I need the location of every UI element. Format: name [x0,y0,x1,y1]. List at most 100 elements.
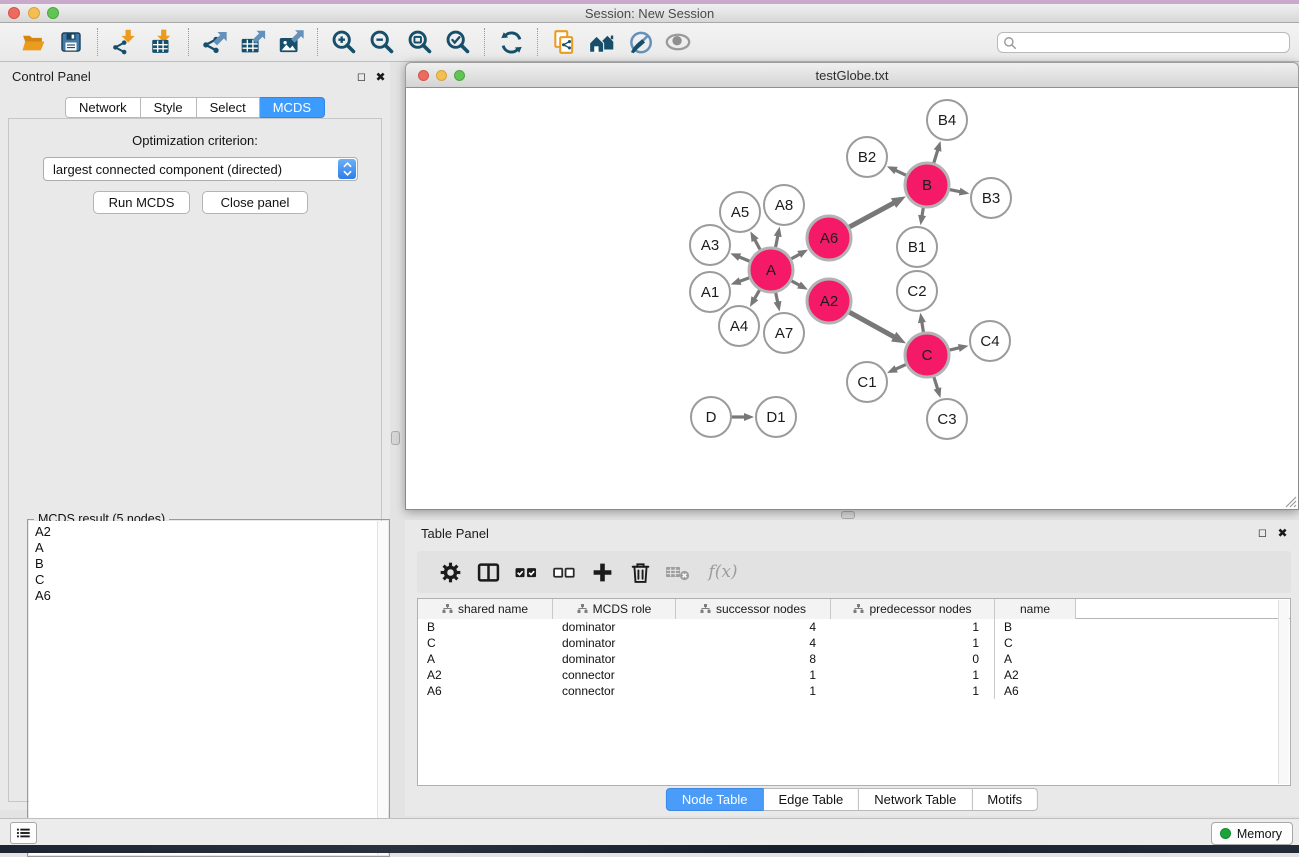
cell-predecessor-nodes[interactable]: 1 [831,667,995,683]
maximize-traffic-light[interactable] [47,7,59,19]
cell-shared-name[interactable]: A6 [418,683,553,699]
column-header-successor-nodes[interactable]: successor nodes [676,599,831,619]
network-maximize-traffic-light[interactable] [454,70,465,81]
tab-network-table[interactable]: Network Table [859,788,972,811]
run-mcds-button[interactable]: Run MCDS [93,191,190,214]
cell-MCDS-role[interactable]: dominator [553,635,676,651]
cell-successor-nodes[interactable]: 1 [676,667,831,683]
network-close-traffic-light[interactable] [418,70,429,81]
mcds-result-item[interactable]: A6 [35,588,382,604]
network-minimize-traffic-light[interactable] [436,70,447,81]
create-column-button[interactable] [589,559,615,585]
export-image-button[interactable] [277,28,305,56]
cell-MCDS-role[interactable]: dominator [553,619,676,635]
show-column-panel-button[interactable] [475,559,501,585]
show-hide-button[interactable] [664,28,692,56]
mcds-result-item[interactable]: A [35,540,382,556]
export-network-button[interactable] [201,28,229,56]
table-row[interactable]: A6connector11A6 [418,683,1290,699]
home-layout-button[interactable] [588,28,616,56]
table-settings-button[interactable] [437,559,463,585]
cell-shared-name[interactable]: B [418,619,553,635]
function-builder-button[interactable]: f(x) [703,559,743,585]
cell-predecessor-nodes[interactable]: 0 [831,651,995,667]
cell-name[interactable]: C [995,635,1076,651]
column-header-name[interactable]: name [995,599,1076,619]
save-session-button[interactable] [57,28,85,56]
control-panel-close-button[interactable]: ✖ [374,70,387,83]
memory-button[interactable]: Memory [1211,822,1293,845]
zoom-out-button[interactable] [368,28,396,56]
horizontal-splitter-handle[interactable] [841,511,855,519]
delete-table-button[interactable] [665,559,691,585]
cell-successor-nodes[interactable]: 1 [676,683,831,699]
table-panel-float-button[interactable]: ◻ [1256,526,1269,539]
tab-node-table[interactable]: Node Table [666,788,764,811]
deselect-all-columns-button[interactable] [551,559,577,585]
close-panel-button[interactable]: Close panel [202,191,308,214]
task-history-button[interactable] [10,822,37,844]
table-panel-close-button[interactable]: ✖ [1276,526,1289,539]
edge-B-B3[interactable] [950,190,961,192]
import-table-button[interactable] [148,28,176,56]
refresh-button[interactable] [497,28,525,56]
vertical-splitter-handle[interactable] [391,431,400,445]
edge-A-A1[interactable] [739,278,749,282]
edge-A6-B[interactable] [849,203,894,227]
edge-B-B4[interactable] [934,150,938,163]
column-header-predecessor-nodes[interactable]: predecessor nodes [831,599,995,619]
tab-network[interactable]: Network [65,97,141,118]
column-header-shared-name[interactable]: shared name [418,599,553,619]
mcds-result-item[interactable]: B [35,556,382,572]
network-canvas[interactable]: B4B2BB3A8A5A6A3B1AA1C2A2A4A7C4CC1DD1C3 [405,88,1299,510]
edge-A-A5[interactable] [755,239,761,249]
edge-C-C2[interactable] [922,322,924,333]
table-row[interactable]: A2connector11A2 [418,667,1290,683]
edge-B-B2[interactable] [895,170,906,175]
edge-C-C3[interactable] [934,377,938,389]
import-network-button[interactable] [110,28,138,56]
cell-name[interactable]: A2 [995,667,1076,683]
tab-edge-table[interactable]: Edge Table [763,788,859,811]
cell-name[interactable]: B [995,619,1076,635]
resize-grip-icon[interactable] [1284,495,1297,508]
cell-predecessor-nodes[interactable]: 1 [831,619,995,635]
cell-name[interactable]: A [995,651,1076,667]
mcds-result-list[interactable]: A2ABCA6 [29,521,388,855]
mcds-result-scrollbar[interactable] [377,521,388,855]
edge-A-A7[interactable] [776,293,778,303]
cell-shared-name[interactable]: C [418,635,553,651]
select-all-columns-button[interactable] [513,559,539,585]
table-row[interactable]: Cdominator41C [418,635,1290,651]
zoom-fit-button[interactable] [406,28,434,56]
zoom-in-button[interactable] [330,28,358,56]
minimize-traffic-light[interactable] [28,7,40,19]
edge-C-C4[interactable] [949,348,959,350]
zoom-selected-button[interactable] [444,28,472,56]
cell-name[interactable]: A6 [995,683,1076,699]
edge-A-A2[interactable] [791,281,800,286]
node-table-scrollbar[interactable] [1278,600,1289,784]
criterion-dropdown[interactable]: largest connected component (directed) [43,157,358,181]
cell-predecessor-nodes[interactable]: 1 [831,635,995,651]
tab-motifs[interactable]: Motifs [972,788,1038,811]
graphics-details-button[interactable] [626,28,654,56]
column-header-MCDS-role[interactable]: MCDS role [553,599,676,619]
delete-column-button[interactable] [627,559,653,585]
clone-network-button[interactable] [550,28,578,56]
cell-successor-nodes[interactable]: 4 [676,635,831,651]
table-row[interactable]: Adominator80A [418,651,1290,667]
search-input[interactable] [997,32,1290,53]
edge-A2-C[interactable] [849,312,894,337]
edge-A-A3[interactable] [739,257,750,262]
open-session-button[interactable] [19,28,47,56]
export-table-button[interactable] [239,28,267,56]
edge-C-C1[interactable] [895,364,906,369]
edge-B-B1[interactable] [922,208,923,217]
cell-MCDS-role[interactable]: connector [553,683,676,699]
edge-A-A4[interactable] [754,290,759,299]
tab-select[interactable]: Select [197,97,260,118]
tab-style[interactable]: Style [141,97,197,118]
edge-A-A6[interactable] [791,254,800,259]
close-traffic-light[interactable] [8,7,20,19]
